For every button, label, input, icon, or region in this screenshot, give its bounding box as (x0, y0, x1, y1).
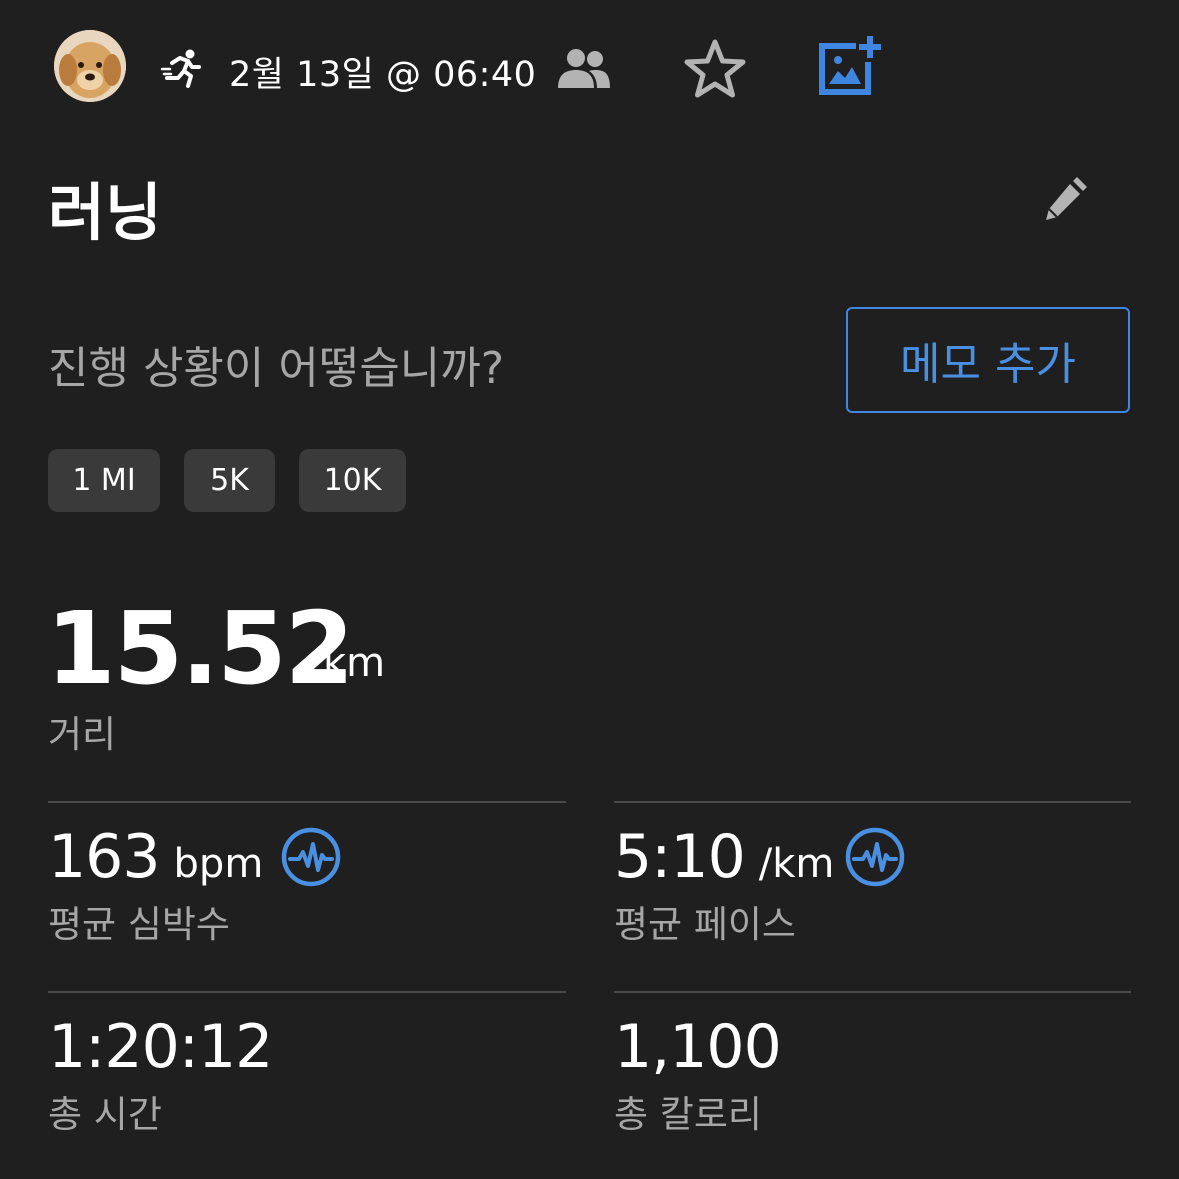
activity-detail-screen: 2월 13일 @ 06:40 러닝 진행 상황이 어떻습니까? 메모 추가 1 … (0, 0, 1179, 1179)
activity-date-time: 2월 13일 @ 06:40 (229, 55, 537, 95)
total-time-label: 총 시간 (48, 1093, 162, 1136)
avg-pace-unit: /km (758, 841, 835, 887)
divider (48, 801, 566, 803)
heart-rate-icon[interactable] (280, 826, 342, 888)
total-time-value: 1:20:12 (48, 1012, 273, 1082)
total-calories-value: 1,100 (614, 1012, 782, 1082)
avg-pace-number: 5:10 (614, 822, 746, 892)
activity-title: 러닝 (48, 176, 163, 249)
chip-5k[interactable]: 5K (184, 449, 275, 512)
distance-value: 15.52 (46, 590, 354, 707)
chip-10k[interactable]: 10K (299, 449, 406, 512)
total-calories-label: 총 칼로리 (614, 1093, 762, 1136)
avatar[interactable] (54, 30, 126, 102)
avg-heart-rate-number: 163 (48, 822, 161, 892)
avg-pace-value: 5:10/km (614, 822, 834, 892)
distance-label: 거리 (48, 713, 117, 756)
divider (614, 991, 1131, 993)
add-photo-icon[interactable] (816, 34, 884, 98)
divider (614, 801, 1131, 803)
progress-prompt: 진행 상황이 어떻습니까? (48, 343, 505, 394)
avg-heart-rate-value: 163 bpm (48, 822, 263, 892)
chip-1mi[interactable]: 1 MI (48, 449, 160, 512)
dog-avatar-image (54, 30, 126, 102)
avg-heart-rate-label: 평균 심박수 (48, 903, 230, 946)
pencil-edit-icon[interactable] (1040, 176, 1088, 224)
avg-heart-rate-unit: bpm (173, 841, 264, 887)
star-icon[interactable] (683, 38, 747, 100)
running-icon (160, 49, 201, 88)
divider (48, 991, 566, 993)
distance-unit: km (323, 640, 386, 686)
people-icon[interactable] (556, 46, 612, 90)
avg-pace-label: 평균 페이스 (614, 903, 796, 946)
heart-rate-icon[interactable] (844, 826, 906, 888)
add-note-button[interactable]: 메모 추가 (846, 307, 1130, 413)
